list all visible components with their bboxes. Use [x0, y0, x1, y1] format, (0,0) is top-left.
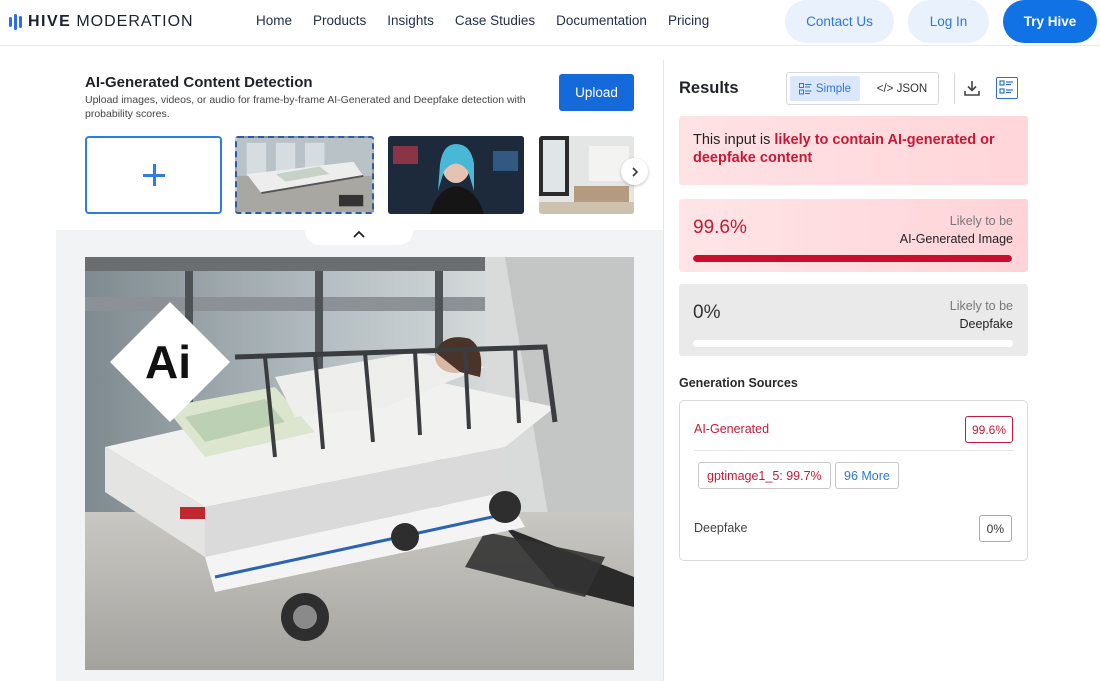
panel-divider — [663, 60, 664, 681]
generation-sources-title: Generation Sources — [679, 376, 798, 390]
view-toggle: Simple </> JSON — [786, 72, 939, 105]
deepfake-score-bar — [693, 340, 1013, 347]
hive-logo[interactable]: HIVE MODERATION — [9, 11, 194, 33]
main-nav: Home Products Insights Case Studies Docu… — [256, 13, 730, 28]
top-source-chip[interactable]: gptimage1_5: 99.7% — [698, 462, 831, 489]
plus-icon — [142, 164, 165, 186]
ai-score-bar-fill — [693, 255, 1012, 262]
logo-mark-icon — [9, 14, 22, 30]
ai-generated-score-card: 99.6% Likely to be AI-Generated Image — [679, 199, 1028, 272]
simple-view-label: Simple — [815, 82, 852, 95]
detail-list-glyph — [999, 80, 1013, 94]
logo-secondary-text: MODERATION — [76, 13, 194, 30]
carousel-next-button[interactable] — [621, 158, 648, 185]
living-room-thumb-art — [539, 136, 634, 214]
ai-score-percent: 99.6% — [693, 217, 747, 238]
detail-list-icon[interactable] — [996, 77, 1018, 99]
ai-score-bar — [693, 255, 1013, 262]
hospital-bed-thumb-art — [237, 138, 372, 212]
sources-divider — [694, 450, 1014, 451]
hospital-bed-photo: Ai — [85, 257, 634, 670]
source-ai-label: AI-Generated — [694, 422, 770, 436]
thumbnail-hospital-bed[interactable] — [235, 136, 374, 214]
deepfake-likely-line2: Deepfake — [959, 317, 1013, 331]
json-view-button[interactable]: </> JSON — [867, 76, 937, 101]
download-icon[interactable] — [963, 79, 981, 97]
simple-view-button[interactable]: Simple — [790, 76, 860, 101]
verdict-banner: This input is likely to contain AI-gener… — [679, 116, 1028, 185]
top-navbar: HIVE MODERATION Home Products Insights C… — [0, 0, 1100, 46]
add-media-tile[interactable] — [85, 136, 222, 214]
toolbar-separator — [954, 73, 955, 104]
ai-score-caption: Likely to be AI-Generated Image — [900, 212, 1013, 248]
deepfake-likely-line1: Likely to be — [949, 299, 1013, 313]
verdict-prefix: This input is — [693, 132, 775, 148]
source-deepfake-value-badge: 0% — [978, 515, 1012, 542]
nav-pricing[interactable]: Pricing — [668, 13, 709, 28]
deepfake-score-card: 0% Likely to be Deepfake — [679, 284, 1028, 356]
source-deepfake-label: Deepfake — [694, 521, 748, 535]
results-title: Results — [679, 79, 739, 97]
thumbnail-neon-portrait[interactable] — [388, 136, 524, 214]
ai-watermark-text: Ai — [145, 336, 191, 388]
analyzed-image: Ai — [85, 257, 634, 670]
more-sources-button[interactable]: 96 More — [835, 462, 899, 489]
nav-home[interactable]: Home — [256, 13, 292, 28]
nav-case-studies[interactable]: Case Studies — [455, 13, 535, 28]
generation-sources-box: AI-Generated 99.6% gptimage1_5: 99.7% 96… — [679, 400, 1028, 561]
log-in-button[interactable]: Log In — [908, 0, 989, 43]
detector-description: Upload images, videos, or audio for fram… — [85, 94, 526, 120]
nav-insights[interactable]: Insights — [387, 13, 434, 28]
logo-primary-text: HIVE — [28, 13, 72, 30]
contact-us-button[interactable]: Contact Us — [785, 0, 894, 43]
neon-portrait-thumb-art — [388, 136, 524, 214]
try-hive-button[interactable]: Try Hive — [1003, 0, 1097, 43]
thumbnail-living-room[interactable] — [539, 136, 634, 214]
deepfake-score-caption: Likely to be Deepfake — [950, 297, 1013, 333]
chevron-up-icon — [353, 230, 365, 238]
detector-title: AI-Generated Content Detection — [85, 74, 313, 91]
ai-likely-line2: AI-Generated Image — [899, 232, 1013, 246]
ai-likely-line1: Likely to be — [949, 214, 1013, 228]
upload-button[interactable]: Upload — [559, 74, 634, 111]
chevron-right-icon — [631, 166, 638, 177]
source-ai-value-badge: 99.6% — [964, 416, 1013, 443]
simple-list-icon — [798, 82, 812, 94]
collapse-thumbnails-button[interactable] — [305, 223, 413, 245]
deepfake-score-percent: 0% — [693, 302, 721, 323]
nav-documentation[interactable]: Documentation — [556, 13, 647, 28]
nav-products[interactable]: Products — [313, 13, 366, 28]
